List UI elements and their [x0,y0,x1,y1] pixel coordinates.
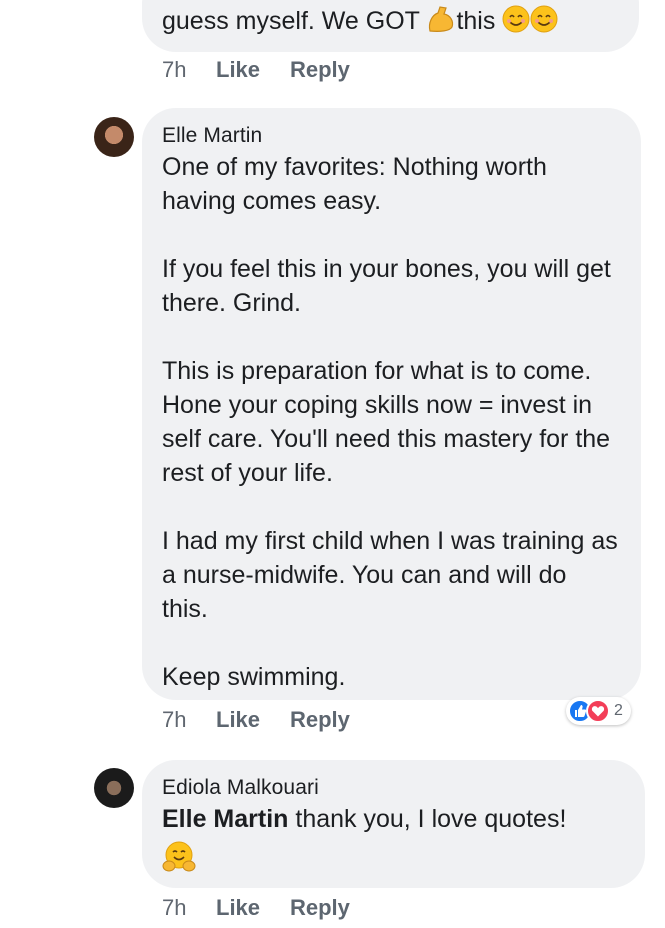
comment-text-part: thank you, I love quotes! [295,805,567,833]
comment-actions-top: 7h Like Reply [162,57,350,83]
avatar[interactable] [94,117,134,157]
flexed-biceps-icon [426,5,456,42]
emoji-row [162,840,623,879]
mention-link[interactable]: Elle Martin [162,805,288,833]
comment-author[interactable]: Ediola Malkouari [162,776,623,800]
reactions-summary[interactable]: 2 [566,697,631,725]
reply-button[interactable]: Reply [290,707,350,733]
comment-text-part: this [456,7,496,35]
comment-timestamp[interactable]: 7h [162,707,216,733]
comment-bubble-ediola: Ediola Malkouari Elle Martin thank you, … [142,760,645,888]
comment-actions-elle: 7h Like Reply [162,707,350,733]
comment-author[interactable]: Elle Martin [162,124,619,148]
comment-text: Elle Martin thank you, I love quotes! [162,802,623,836]
comment-text-part: guess myself. We GOT [162,7,420,35]
comment-actions-ediola: 7h Like Reply [162,895,350,921]
comment-bubble-top: guess myself. We GOT this [142,0,639,52]
like-button[interactable]: Like [216,57,290,83]
smiling-face-icon [530,5,558,42]
comment-text: One of my favorites: Nothing worth havin… [162,153,618,691]
reply-button[interactable]: Reply [290,57,350,83]
reply-button[interactable]: Reply [290,895,350,921]
avatar[interactable] [94,768,134,808]
reaction-count: 2 [614,702,623,719]
like-button[interactable]: Like [216,707,290,733]
hugging-face-icon [162,840,196,879]
comment-bubble-elle: Elle Martin One of my favorites: Nothing… [142,108,641,700]
like-button[interactable]: Like [216,895,290,921]
comment-text: guess myself. We GOT this [162,4,617,42]
love-reaction-icon [586,699,610,723]
comment-timestamp[interactable]: 7h [162,57,216,83]
comment-timestamp[interactable]: 7h [162,895,216,921]
smiling-face-icon [502,5,530,42]
